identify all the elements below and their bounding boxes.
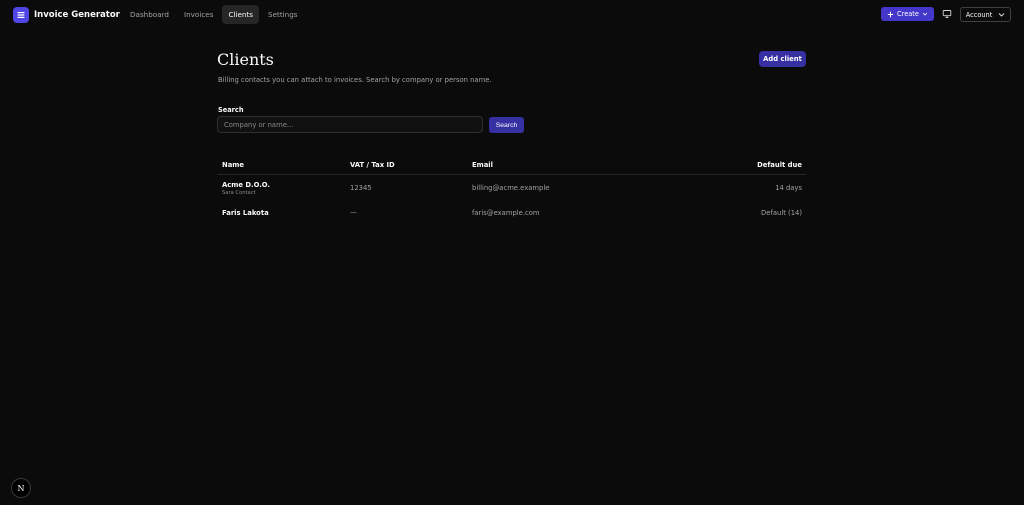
table-row[interactable]: Acme D.O.O. Sara Contact 12345 billing@a…: [217, 175, 806, 201]
search-label: Search: [218, 106, 244, 114]
search-button[interactable]: Search: [489, 117, 524, 133]
nav-item-dashboard[interactable]: Dashboard: [124, 5, 175, 24]
create-button-label: Create: [897, 10, 919, 18]
list-icon: [13, 7, 29, 23]
client-email: faris@example.com: [472, 209, 540, 217]
main-nav: Dashboard Invoices Clients Settings: [124, 5, 307, 24]
search-input[interactable]: [217, 116, 483, 133]
column-header-due[interactable]: Default due: [757, 161, 802, 169]
create-button[interactable]: Create: [881, 7, 934, 21]
client-name-cell: Faris Lakota: [222, 209, 269, 217]
account-label: Account: [965, 10, 993, 19]
plus-icon: [887, 11, 894, 17]
client-contact: Sara Contact: [222, 189, 256, 196]
nav-item-invoices[interactable]: Invoices: [178, 5, 219, 24]
app-name: Invoice Generator: [34, 10, 120, 20]
client-name[interactable]: Faris Lakota: [222, 209, 269, 217]
client-email: billing@acme.example: [472, 184, 550, 192]
page-title: Clients: [217, 50, 274, 69]
page-subtitle: Billing contacts you can attach to invoi…: [218, 76, 492, 84]
client-default-due: Default (14): [761, 209, 802, 217]
add-client-button[interactable]: Add client: [759, 51, 806, 67]
clients-table: Name VAT / Tax ID Email Default due Acme…: [217, 155, 806, 225]
account-menu-button[interactable]: Account: [960, 7, 1011, 22]
client-vat: 12345: [350, 184, 372, 192]
client-name[interactable]: Acme D.O.O.: [222, 181, 270, 189]
top-navigation-bar: Invoice Generator Dashboard Invoices Cli…: [0, 0, 1024, 29]
column-header-name[interactable]: Name: [222, 161, 244, 169]
client-default-due: 14 days: [775, 184, 802, 192]
table-header-row: Name VAT / Tax ID Email Default due: [217, 155, 806, 175]
nav-item-settings[interactable]: Settings: [262, 5, 303, 24]
client-name-cell: Acme D.O.O. Sara Contact: [222, 181, 270, 196]
nav-item-clients[interactable]: Clients: [222, 5, 260, 24]
brand[interactable]: Invoice Generator: [13, 7, 120, 23]
nextjs-dev-badge[interactable]: N: [11, 478, 31, 498]
chevron-down-icon: [998, 13, 1005, 17]
client-vat: —: [350, 209, 357, 217]
column-header-email[interactable]: Email: [472, 161, 493, 169]
chevron-down-icon: [922, 12, 928, 16]
monitor-icon[interactable]: [942, 9, 952, 19]
table-row[interactable]: Faris Lakota — faris@example.com Default…: [217, 201, 806, 225]
column-header-vat[interactable]: VAT / Tax ID: [350, 161, 395, 169]
